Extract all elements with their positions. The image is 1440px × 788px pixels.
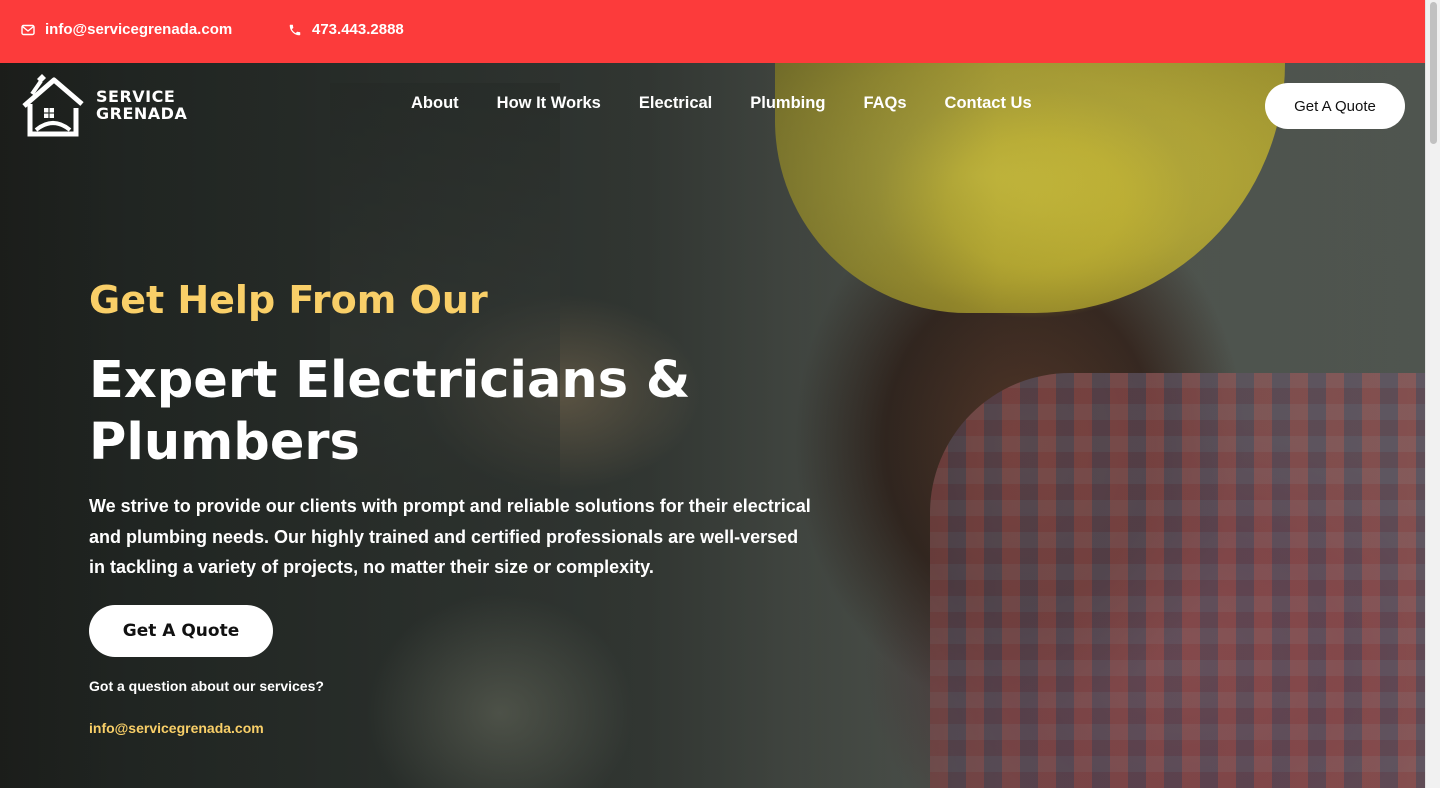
topbar-phone-text[interactable]: 473.443.2888 [312,21,404,38]
hero-email-link[interactable]: info@servicegrenada.com [89,720,264,736]
nav-item-contact-us[interactable]: Contact Us [945,94,1032,113]
topbar-phone[interactable]: 473.443.2888 [288,21,404,38]
nav-item-electrical[interactable]: Electrical [639,94,712,113]
hero-get-quote-button[interactable]: Get A Quote [89,605,273,657]
hero-kicker: Get Help From Our [89,278,488,322]
phone-icon [289,24,301,35]
header-get-quote-button[interactable]: Get A Quote [1265,83,1405,129]
topbar-email[interactable]: info@servicegrenada.com [21,21,232,38]
logo-wordmark: SERVICE GRENADA [96,88,187,122]
hero-headline: Expert Electricians & Plumbers [89,351,691,472]
main-nav: About How It Works Electrical Plumbing F… [411,94,1070,113]
topbar-email-text[interactable]: info@servicegrenada.com [45,21,232,38]
house-wrench-logo-icon [22,74,84,137]
page-scrollbar[interactable] [1425,0,1440,788]
hero-description: We strive to provide our clients with pr… [89,496,811,577]
logo-line-1: SERVICE [96,87,176,106]
envelope-icon [21,24,35,35]
site-logo[interactable]: SERVICE GRENADA [20,72,187,138]
nav-item-faqs[interactable]: FAQs [863,94,906,113]
scrollbar-thumb[interactable] [1430,2,1437,144]
nav-item-plumbing[interactable]: Plumbing [750,94,825,113]
hero-question-text: Got a question about our services? [89,678,324,694]
logo-line-2: GRENADA [96,104,188,123]
top-contact-bar: info@servicegrenada.com 473.443.2888 [0,0,1425,63]
nav-item-how-it-works[interactable]: How It Works [497,94,601,113]
nav-item-about[interactable]: About [411,94,459,113]
